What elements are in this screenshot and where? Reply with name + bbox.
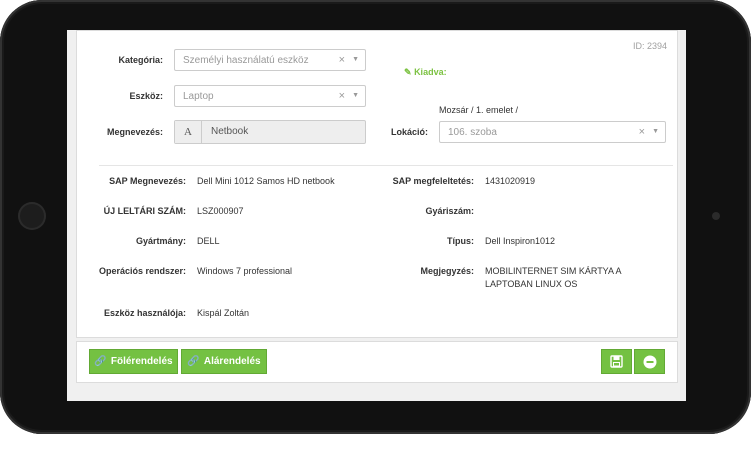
inventory-no-label: ÚJ LELTÁRI SZÁM: [103, 206, 186, 216]
name-label: Megnevezés: [106, 127, 163, 137]
manufacturer-value: DELL [197, 236, 220, 246]
device-value: Laptop [183, 91, 214, 102]
os-value: Windows 7 professional [197, 266, 293, 276]
action-footer: 🔗 Fölérendelés 🔗 Alárendelés [76, 341, 678, 383]
location-label: Lokáció: [390, 127, 428, 137]
category-value: Személyi használatú eszköz [183, 55, 309, 66]
screen: ID: 2394 Kategória: Személyi használatú … [67, 30, 686, 401]
text-type-addon: A [175, 121, 202, 143]
location-select[interactable]: 106. szoba × ▼ [439, 121, 666, 143]
status-label: Kiadva: [414, 67, 447, 77]
note-line-2: LAPTOBAN LINUX OS [485, 279, 578, 289]
note-line-1: MOBILINTERNET SIM KÁRTYA A [485, 266, 622, 276]
name-value: Netbook [211, 126, 249, 137]
save-icon [610, 355, 623, 368]
clear-icon[interactable]: × [339, 90, 345, 102]
sap-name-label: SAP Megnevezés: [109, 176, 186, 186]
child-link-button[interactable]: 🔗 Alárendelés [181, 349, 267, 374]
device-select[interactable]: Laptop × ▼ [174, 85, 366, 107]
home-button[interactable] [18, 202, 46, 230]
link-icon: 🔗 [94, 356, 107, 367]
inventory-no-value: LSZ000907 [197, 206, 244, 216]
minus-circle-icon [643, 355, 656, 368]
link-icon: 🔗 [187, 356, 200, 367]
device-detail-panel: ID: 2394 Kategória: Személyi használatú … [76, 30, 678, 338]
sap-match-value: 1431020919 [485, 176, 536, 186]
dropdown-arrow-icon[interactable]: ▼ [652, 128, 659, 135]
clear-icon[interactable]: × [339, 54, 345, 66]
os-label: Operációs rendszer: [98, 266, 186, 276]
camera [712, 212, 720, 220]
user-label: Eszköz használója: [103, 308, 186, 318]
dropdown-arrow-icon[interactable]: ▼ [352, 92, 359, 99]
user-value: Kispál Zoltán [197, 308, 250, 318]
parent-link-button[interactable]: 🔗 Fölérendelés [89, 349, 178, 374]
remove-button[interactable] [634, 349, 665, 374]
dropdown-arrow-icon[interactable]: ▼ [352, 56, 359, 63]
sap-name-value: Dell Mini 1012 Samos HD netbook [197, 176, 335, 186]
name-input[interactable]: A Netbook [174, 120, 366, 144]
save-button[interactable] [601, 349, 632, 374]
edit-icon: ✎ [404, 67, 412, 77]
type-value: Dell Inspiron1012 [485, 236, 556, 246]
location-path: Mozsár / 1. emelet / [439, 105, 519, 115]
type-label: Típus: [447, 236, 474, 246]
parent-button-label: Fölérendelés [110, 356, 173, 367]
location-value: 106. szoba [448, 127, 497, 138]
manufacturer-label: Gyártmány: [135, 236, 186, 246]
serial-no-label: Gyáriszám: [425, 206, 474, 216]
sap-match-label: SAP megfeleltetés: [392, 176, 474, 186]
record-id: ID: 2394 [632, 41, 667, 51]
status-indicator: ✎ Kiadva: [404, 67, 447, 78]
category-label: Kategória: [118, 55, 163, 65]
device-label: Eszköz: [129, 91, 163, 101]
note-label: Megjegyzés: [420, 266, 474, 276]
category-select[interactable]: Személyi használatú eszköz × ▼ [174, 49, 366, 71]
tablet-frame: ID: 2394 Kategória: Személyi használatú … [0, 0, 751, 434]
child-button-label: Alárendelés [203, 356, 261, 367]
clear-icon[interactable]: × [639, 126, 645, 138]
section-divider [99, 165, 673, 166]
